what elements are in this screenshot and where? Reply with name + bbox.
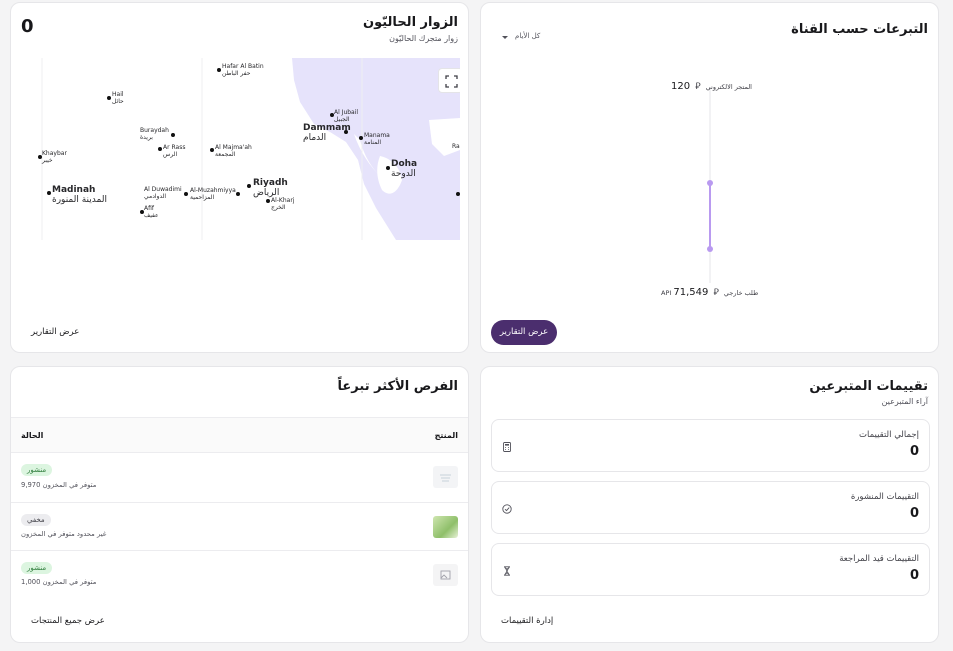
map-label-kharj: Al-Kharj الخرج <box>271 197 295 211</box>
manage-reviews-link[interactable]: إدارة التقييمات <box>501 616 553 626</box>
map-label-hail: Hail حائل <box>112 91 124 105</box>
column-product: المنتج <box>434 431 458 440</box>
map-label-duwadimi: Al Duwadimi الدوادمي <box>144 186 182 200</box>
chart-label-top: المتجر الالكتروني ⃁ 120 <box>671 74 752 93</box>
image-placeholder-icon <box>440 570 451 580</box>
reviews-title: تقييمات المتبرعين <box>809 379 928 394</box>
product-thumbnail <box>433 516 458 538</box>
published-reviews-value: 0 <box>909 506 919 521</box>
map-label-ra: Ra <box>452 143 460 150</box>
reviews-subtitle: آراء المتبرعين <box>881 397 928 406</box>
total-reviews-label: إجمالي التقييمات <box>859 430 919 440</box>
table-row[interactable]: مخفي غير محدود متوفر في المخزون <box>11 502 468 550</box>
chart-label-top-name: المتجر الالكتروني <box>705 83 752 91</box>
chart-point-bottom[interactable] <box>707 246 713 252</box>
map-label-muzahmiyya: Al-Muzahmiyya المزاحمية <box>190 187 236 201</box>
map-dot-arrass <box>158 147 162 151</box>
map-dot-east <box>456 192 460 196</box>
expand-icon <box>445 75 458 88</box>
total-reviews-box[interactable]: إجمالي التقييمات 0 <box>491 419 930 472</box>
published-reviews-box[interactable]: التقييمات المنشورة 0 <box>491 481 930 534</box>
visitors-map[interactable]: Hafar Al Batin حفر الباطن Hail حائل Burayd… <box>24 58 460 240</box>
product-logo-icon <box>440 474 451 482</box>
status-badge: منشور <box>21 464 53 476</box>
hourglass-icon <box>504 566 510 576</box>
donations-by-channel-card: التبرعات حسب القناة كل الأيام المتجر الا… <box>480 2 939 353</box>
riyal-icon: ⃁ <box>695 82 701 92</box>
map-dot-kharj <box>266 199 270 203</box>
calculator-icon <box>503 442 511 452</box>
map-dot-buraydah <box>171 133 175 137</box>
map-dot-riyadh <box>247 184 251 188</box>
status-badge: منشور <box>21 562 53 574</box>
map-label-jubail: Al Jubail الجبيل <box>334 109 359 123</box>
product-thumbnail <box>433 564 458 586</box>
all-products-link[interactable]: عرض جميع المنتجات <box>31 616 105 626</box>
status-badge: مخفي <box>21 514 51 526</box>
map-dot-muzahmiyya <box>236 192 240 196</box>
pending-reviews-value: 0 <box>909 568 919 583</box>
pending-reviews-label: التقييمات قيد المراجعة <box>839 554 919 564</box>
chevron-down-icon <box>502 36 508 39</box>
map-dot-majmaah <box>210 148 214 152</box>
map-label-dammam: Dammam الدمام <box>303 123 351 143</box>
top-opportunities-card: الفرص الأكثر تبرعاً المنتج الحالة منشور … <box>10 366 469 643</box>
check-circle-icon <box>502 504 512 514</box>
product-thumbnail <box>433 466 458 488</box>
table-row[interactable]: منشور 1,000 متوفر في المخزون <box>11 550 468 598</box>
visitors-reports-link[interactable]: عرض التقارير <box>31 327 79 337</box>
map-label-doha: Doha الدوحة <box>391 159 418 179</box>
riyal-icon: ⃁ <box>713 288 719 298</box>
map-dot-hail <box>107 96 111 100</box>
stock-text: 9,970 متوفر في المخزون <box>21 481 97 489</box>
map-label-afif: Afif عفيف <box>144 205 159 219</box>
donor-reviews-card: تقييمات المتبرعين آراء المتبرعين إجمالي … <box>480 366 939 643</box>
stock-text: 1,000 متوفر في المخزون <box>21 578 97 586</box>
chart-point-top[interactable] <box>707 180 713 186</box>
opportunities-table-header: المنتج الحالة <box>11 417 468 452</box>
map-label-majmaah: Al Majma'ah المجمعة <box>215 144 252 158</box>
channels-title: التبرعات حسب القناة <box>791 22 928 37</box>
table-row[interactable]: منشور 9,970 متوفر في المخزون <box>11 452 468 502</box>
channels-reports-button[interactable]: عرض التقارير <box>491 320 557 345</box>
published-reviews-label: التقييمات المنشورة <box>850 492 919 502</box>
chart-label-bottom: API طلب خارجي ⃁ 71,549 <box>661 280 758 299</box>
map-dot-manama <box>359 136 363 140</box>
map-label-khaybar: Khaybar خيبر <box>42 150 67 164</box>
total-reviews-value: 0 <box>909 444 919 459</box>
map-dot-duwadimi <box>184 192 188 196</box>
current-visitors-card: الزوار الحاليّون زوار متجرك الحاليّون 0 … <box>10 2 469 353</box>
map-dot-hafar <box>217 68 221 72</box>
map-label-madinah: Madinah المدينة المنورة <box>52 185 107 205</box>
channels-filter-label: كل الأيام <box>515 32 541 40</box>
visitors-title: الزوار الحاليّون <box>363 15 458 30</box>
column-status: الحالة <box>21 431 44 440</box>
map-label-manama: Manama المنامة <box>364 132 390 146</box>
map-label-hafar: Hafar Al Batin حفر الباطن <box>222 63 264 77</box>
visitors-count: 0 <box>21 16 34 37</box>
map-dot-madinah <box>47 191 51 195</box>
map-dot-doha <box>386 166 390 170</box>
map-label-buraydah: Buraydah بريدة <box>140 127 169 141</box>
fullscreen-button[interactable] <box>438 68 460 93</box>
stock-text: غير محدود متوفر في المخزون <box>21 530 107 538</box>
chart-label-top-value: 120 <box>671 81 691 92</box>
pending-reviews-box[interactable]: التقييمات قيد المراجعة 0 <box>491 543 930 596</box>
chart-label-bottom-value: 71,549 <box>673 287 709 298</box>
visitors-subtitle: زوار متجرك الحاليّون <box>389 34 458 43</box>
channels-chart: المتجر الالكتروني ⃁ 120 API طلب خارجي ⃁ … <box>481 53 938 313</box>
map-label-arrass: Ar Rass الرس <box>163 144 186 158</box>
map-label-riyadh: Riyadh الرياض <box>253 178 288 198</box>
opportunities-title: الفرص الأكثر تبرعاً <box>337 379 458 394</box>
